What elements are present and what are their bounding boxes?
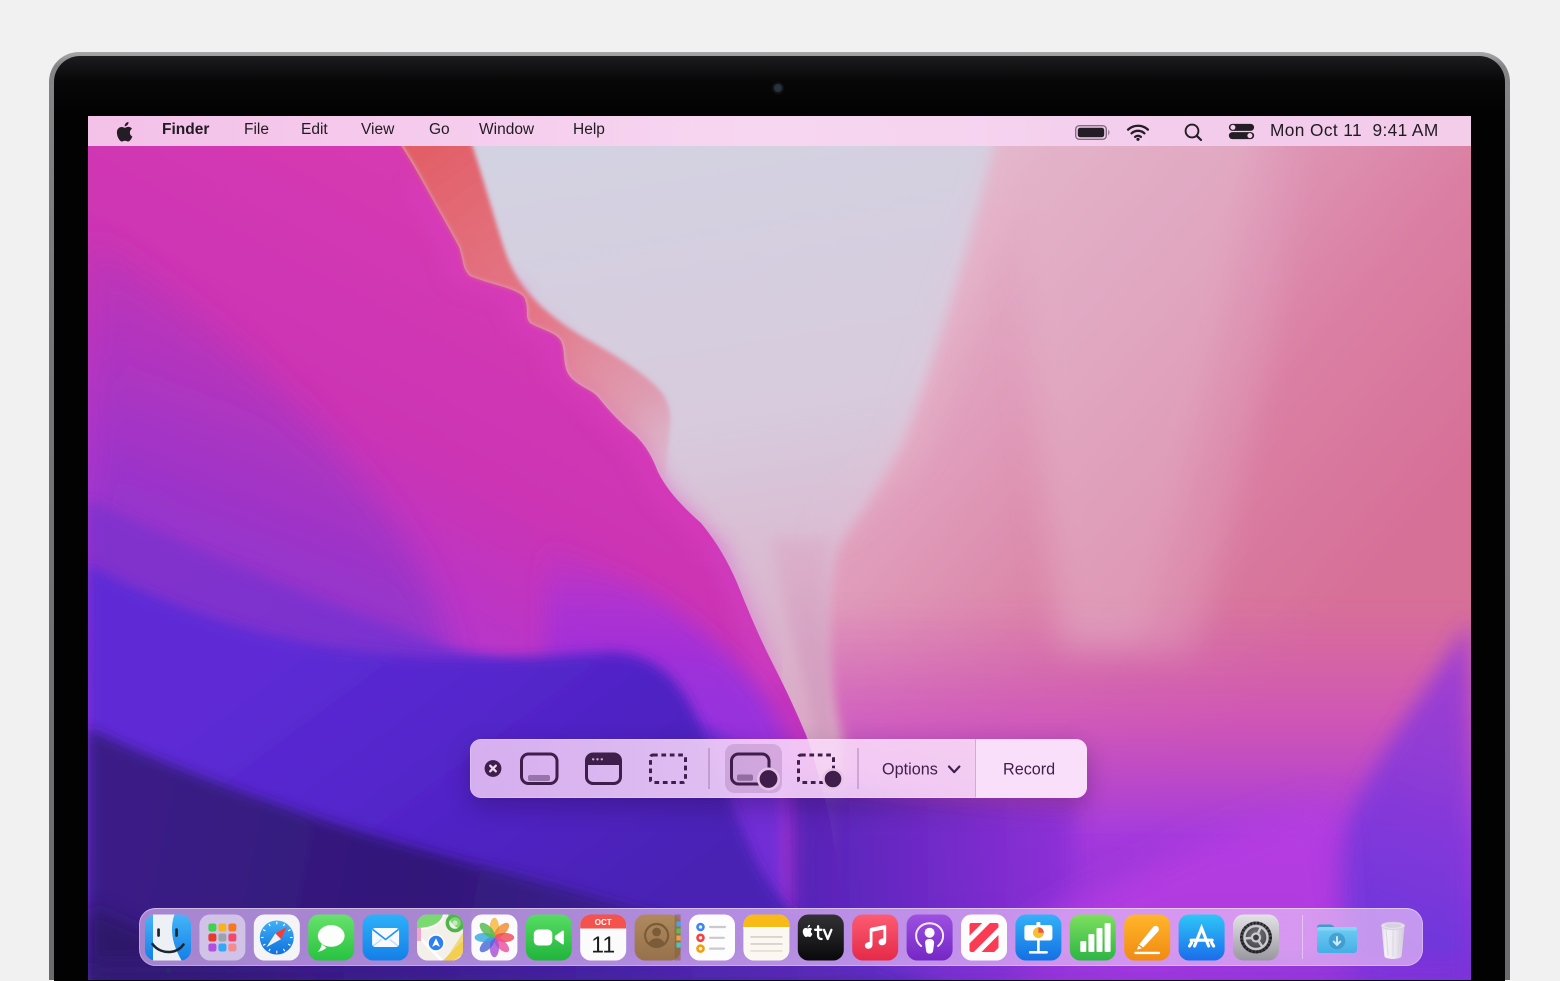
svg-text:Options: Options [882, 761, 938, 779]
svg-text:Record: Record [1003, 761, 1055, 779]
svg-text:11: 11 [591, 931, 615, 957]
svg-text:OCT: OCT [595, 918, 612, 927]
